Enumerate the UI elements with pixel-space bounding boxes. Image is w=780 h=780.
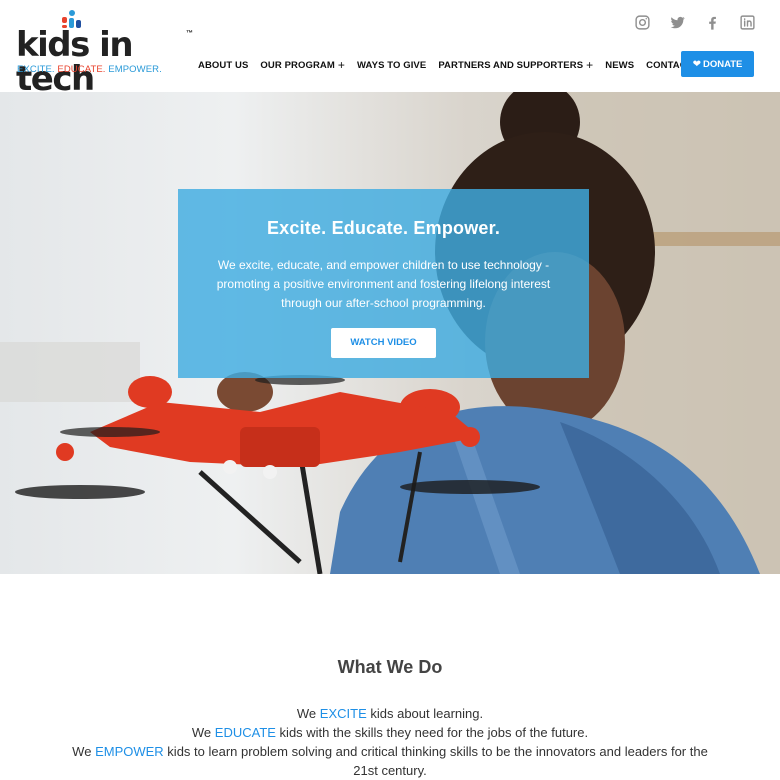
plus-icon: + xyxy=(586,58,594,72)
nav-ways-to-give[interactable]: WAYS TO GIVE xyxy=(357,60,426,71)
tagline-excite: EXCITE. xyxy=(17,64,55,75)
line-empower: We EMPOWER kids to learn problem solving… xyxy=(72,744,708,778)
nav-our-program[interactable]: OUR PROGRAM + xyxy=(260,59,345,71)
tagline-empower: EMPOWER. xyxy=(108,64,162,75)
logo-trademark: ™ xyxy=(186,30,193,37)
plus-icon: + xyxy=(337,58,345,72)
hero-description: We excite, educate, and empower children… xyxy=(216,258,551,310)
logo-tagline: EXCITE. EDUCATE. EMPOWER. xyxy=(17,64,162,75)
site-logo[interactable]: kids in tech ™ EXCITE. EDUCATE. EMPOWER. xyxy=(16,8,198,96)
watch-video-button[interactable]: WATCH VIDEO xyxy=(331,328,436,358)
hero-title: Excite. Educate. Empower. xyxy=(266,218,501,238)
logo-wordmark: kids in tech xyxy=(16,25,134,99)
facebook-icon[interactable] xyxy=(704,14,721,31)
heart-icon: ❤ xyxy=(692,58,701,70)
nav-news[interactable]: NEWS xyxy=(605,60,634,71)
twitter-icon[interactable] xyxy=(669,14,686,31)
linkedin-icon[interactable] xyxy=(739,14,756,31)
hero-banner: Excite. Educate. Empower. We excite, edu… xyxy=(0,92,780,574)
what-we-do-section: What We Do We EXCITE kids about learning… xyxy=(0,574,780,780)
instagram-icon[interactable] xyxy=(634,14,651,31)
site-header: kids in tech ™ EXCITE. EDUCATE. EMPOWER.… xyxy=(0,0,780,96)
line-excite: We EXCITE kids about learning. xyxy=(296,706,484,721)
donate-button[interactable]: ❤ DONATE xyxy=(681,51,754,77)
nav-partners-and-supporters[interactable]: PARTNERS AND SUPPORTERS + xyxy=(438,59,593,71)
what-we-do-text: We EXCITE kids about learning. We EDUCAT… xyxy=(60,704,720,780)
hero-overlay-box: Excite. Educate. Empower. We excite, edu… xyxy=(178,189,589,378)
nav-about-us[interactable]: ABOUT US xyxy=(198,60,248,71)
main-nav: ABOUT US OUR PROGRAM + WAYS TO GIVE PARTN… xyxy=(198,58,721,72)
tagline-educate: EDUCATE. xyxy=(57,64,106,75)
section-title: What We Do xyxy=(337,657,443,677)
line-educate: We EDUCATE kids with the skills they nee… xyxy=(191,725,589,740)
social-links xyxy=(634,14,756,31)
